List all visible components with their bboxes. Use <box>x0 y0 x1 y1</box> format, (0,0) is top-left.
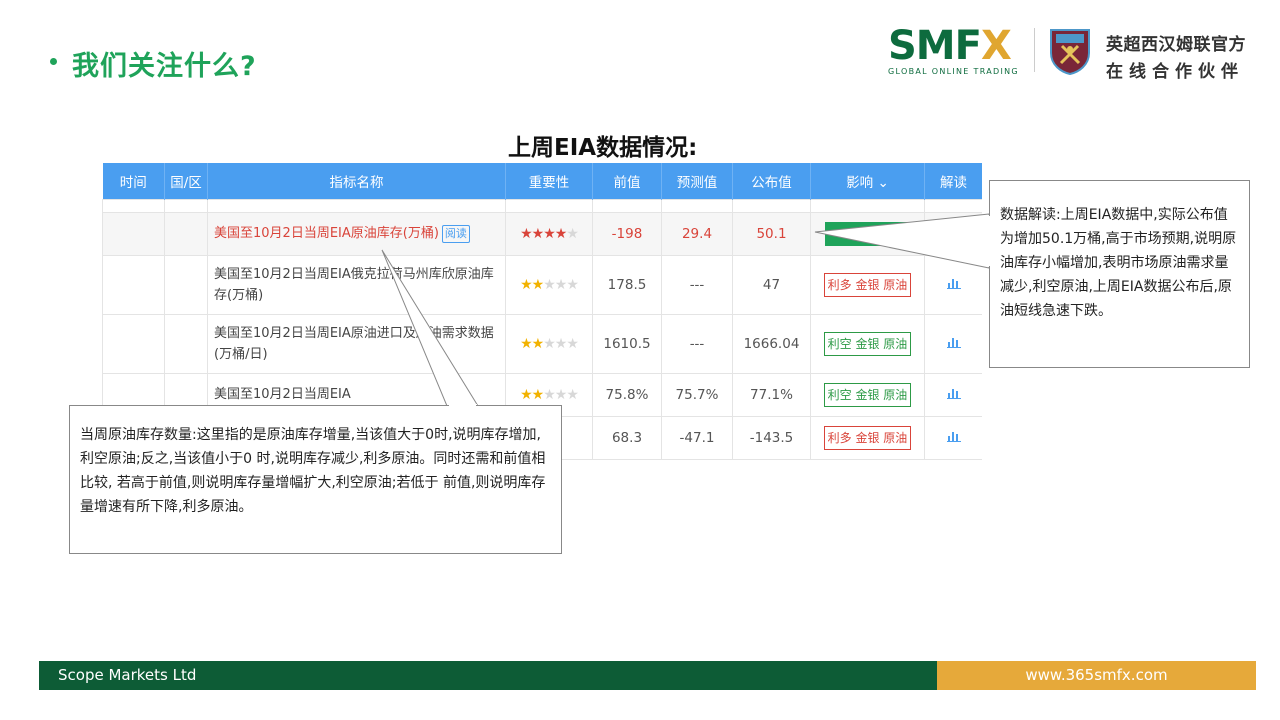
actual-value: 47 <box>732 254 811 315</box>
partner-line1: 英超西汉姆联官方 <box>1106 35 1246 55</box>
forecast-value: --- <box>661 313 733 374</box>
importance-stars-off: ★ <box>566 225 579 242</box>
col-country: 国/区 <box>164 163 208 199</box>
importance-stars-off: ★★★ <box>543 335 579 352</box>
read-tag-button[interactable]: 阅读 <box>441 225 470 243</box>
table-row[interactable]: 美国至10月2日当周EIA原油库存(万桶) 阅读 ★★★★★ -198 29.4 … <box>102 211 982 256</box>
importance-stars: ★★ <box>520 386 544 403</box>
importance-stars: ★★ <box>520 276 544 293</box>
bar-chart-icon[interactable] <box>946 278 961 289</box>
table-header-row: 时间 国/区 指标名称 重要性 前值 预测值 公布值 影响 ⌄ 解读 <box>102 163 982 199</box>
col-impact-label: 影响 <box>846 174 874 191</box>
actual-value: 50.1 <box>732 211 811 256</box>
logo-text-main: SMF <box>888 23 982 69</box>
previous-value: -198 <box>592 211 662 256</box>
footer-company: Scope Markets Ltd <box>39 661 937 690</box>
interpretation-callout: 数据解读:上周EIA数据中,实际公布值为增加50.1万桶,高于市场预期,说明原油… <box>989 180 1250 368</box>
forecast-value: 75.7% <box>661 372 733 417</box>
forecast-value: --- <box>661 254 733 315</box>
actual-value: -143.5 <box>732 415 811 460</box>
previous-value: 75.8% <box>592 372 662 417</box>
indicator-name: 美国至10月2日当周EIA原油进口及原油需求数据(万桶/日) <box>207 313 506 374</box>
indicator-name: 美国至10月2日当周EIA原油库存(万桶) <box>214 226 439 241</box>
partner-line2: 在线合作伙伴 <box>1106 62 1244 82</box>
actual-value: 77.1% <box>732 372 811 417</box>
chevron-down-icon[interactable]: ⌄ <box>877 175 888 191</box>
slide: 我们关注什么? SMFX GLOBAL ONLINE TRADING 英超西汉姆… <box>0 0 1280 720</box>
table-row[interactable]: 美国至10月2日当周EIA原油进口及原油需求数据(万桶/日) ★★★★★ 161… <box>102 313 982 374</box>
forecast-value: -47.1 <box>661 415 733 460</box>
impact-badge: 利空 金银 原油 <box>823 331 912 356</box>
table-row-spacer <box>102 198 982 213</box>
impact-badge: 利空 金银 原油 <box>823 382 912 407</box>
section-title: 上周EIA数据情况: <box>508 135 698 161</box>
col-interpretation: 解读 <box>924 163 982 199</box>
logo-subtitle: GLOBAL ONLINE TRADING <box>888 67 1019 76</box>
importance-stars-off: ★★★ <box>543 386 579 403</box>
impact-badge: 利多 金银 原油 <box>823 425 912 450</box>
logo-text-x: X <box>980 23 1012 69</box>
col-indicator: 指标名称 <box>207 163 506 199</box>
bar-chart-icon[interactable] <box>946 431 961 442</box>
impact-badge <box>824 221 911 246</box>
bar-chart-icon[interactable] <box>946 388 961 399</box>
indicator-name: 美国至10月2日当周EIA俄克拉荷马州库欣原油库存(万桶) <box>207 254 506 315</box>
col-previous: 前值 <box>592 163 662 199</box>
col-importance: 重要性 <box>505 163 593 199</box>
importance-stars: ★★★★ <box>520 225 567 242</box>
previous-value: 1610.5 <box>592 313 662 374</box>
bullet-dot <box>50 58 57 65</box>
table-row[interactable]: 美国至10月2日当周EIA俄克拉荷马州库欣原油库存(万桶) ★★★★★ 178.… <box>102 254 982 315</box>
previous-value: 68.3 <box>592 415 662 460</box>
col-impact[interactable]: 影响 ⌄ <box>810 163 925 199</box>
bar-chart-icon[interactable] <box>946 337 961 348</box>
actual-value: 1666.04 <box>732 313 811 374</box>
west-ham-crest-icon <box>1050 29 1090 75</box>
explanation-callout: 当周原油库存数量:这里指的是原油库存增量,当该值大于0时,说明库存增加,利空原油… <box>69 405 562 554</box>
footer-website[interactable]: www.365smfx.com <box>937 661 1256 690</box>
col-forecast: 预测值 <box>661 163 733 199</box>
forecast-value: 29.4 <box>661 211 733 256</box>
previous-value: 178.5 <box>592 254 662 315</box>
col-time: 时间 <box>102 163 165 199</box>
impact-badge: 利多 金银 原油 <box>823 272 912 297</box>
logo-divider <box>1034 28 1035 72</box>
partner-text: 英超西汉姆联官方 在线合作伙伴 <box>1106 30 1246 82</box>
col-actual: 公布值 <box>732 163 811 199</box>
importance-stars-off: ★★★ <box>543 276 579 293</box>
smfx-logo: SMFX GLOBAL ONLINE TRADING <box>888 26 1020 76</box>
importance-stars: ★★ <box>520 335 544 352</box>
page-title: 我们关注什么? <box>72 51 257 82</box>
